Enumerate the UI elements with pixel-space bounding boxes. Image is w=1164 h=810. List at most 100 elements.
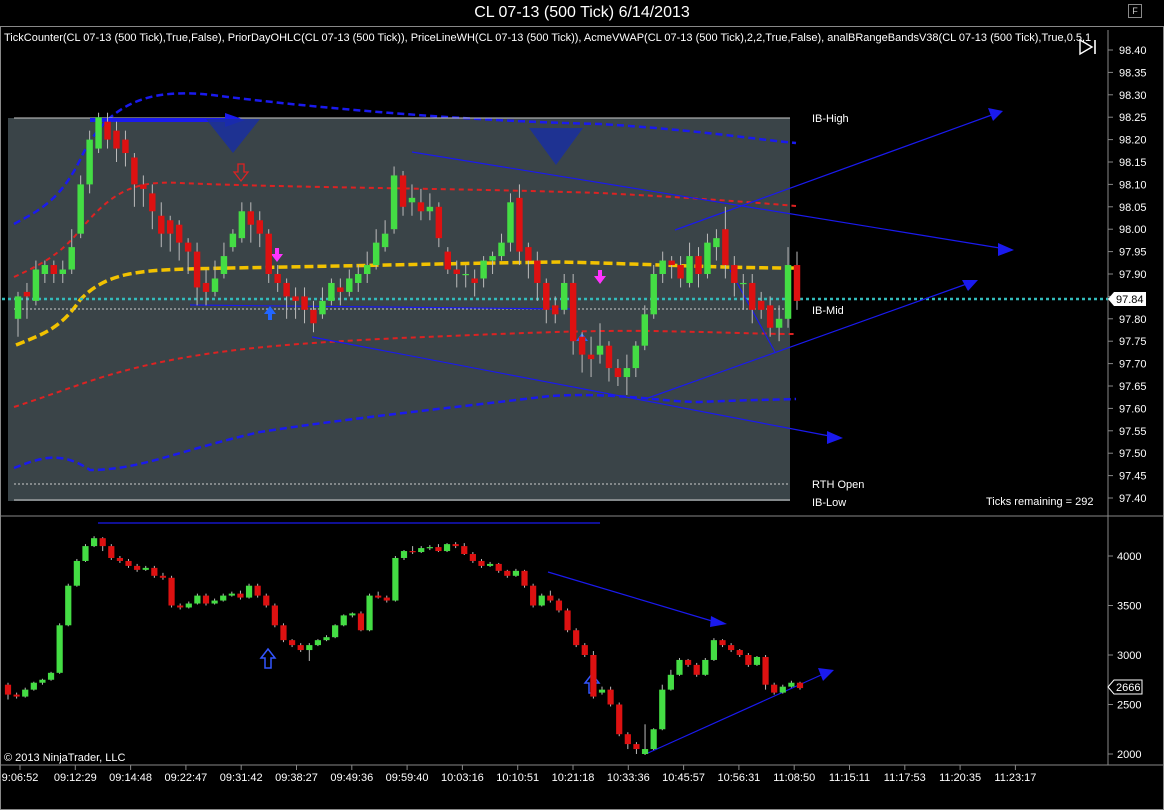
upper-candle-body: [265, 233, 272, 274]
lower-candle: [728, 643, 735, 653]
lower-candle: [211, 598, 218, 605]
lower-candle-body: [271, 605, 278, 626]
upper-candle-body: [292, 296, 299, 301]
ticks-remaining-label: Ticks remaining = 292: [986, 496, 1094, 508]
lower-candle: [142, 565, 149, 571]
upper-candle-body: [86, 139, 93, 185]
lower-candle: [753, 655, 761, 666]
lower-candle-body: [297, 645, 304, 651]
lower-candle: [530, 583, 537, 608]
lower-candle: [4, 682, 12, 700]
lower-candle: [22, 687, 29, 698]
upper-candle-body: [310, 309, 317, 324]
lower-candle-body: [4, 684, 12, 695]
upper-candle: [95, 112, 102, 154]
lower-candle-body: [469, 554, 476, 561]
lower-candle-body: [728, 645, 735, 651]
upper-candle-body: [435, 206, 443, 239]
lower-candle: [573, 628, 580, 648]
lower-candle: [263, 593, 270, 608]
lower-candle-body: [418, 548, 425, 553]
lower-candle: [177, 603, 184, 610]
lower-candle-body: [753, 656, 761, 665]
upper-candle-body: [363, 265, 371, 274]
upper-candle-body: [211, 278, 219, 292]
upper-candle-body: [14, 296, 22, 319]
lower-candle: [185, 601, 192, 609]
lower-candle-body: [375, 595, 382, 598]
lower-tick-label: 2000: [1117, 749, 1141, 761]
lower-candle-body: [796, 682, 804, 689]
lower-candle: [598, 686, 606, 695]
chart-canvas[interactable]: 98.40 98.35 98.30 98.25 98.20 98.15 98.10 98.05…: [0, 0, 1164, 810]
lower-candle-body: [30, 682, 37, 690]
upper-candle-body: [104, 121, 111, 140]
lower-candle-body: [323, 637, 330, 641]
lower-candle-body: [254, 585, 261, 596]
lower-candle: [280, 623, 287, 643]
lower-candle: [159, 572, 167, 580]
upper-candle-body: [596, 345, 604, 355]
upper-tick-label: 97.60: [1119, 403, 1147, 415]
upper-candle-body: [166, 220, 174, 234]
time-tick-label: 9:06:52: [2, 772, 39, 784]
upper-candle-body: [668, 260, 675, 266]
lower-candles: [4, 536, 804, 755]
upper-candle: [86, 130, 93, 194]
upper-candle-body: [507, 202, 514, 243]
upper-candle-body: [95, 117, 102, 149]
lower-candle-body: [486, 563, 494, 566]
upper-tick-label: 98.35: [1119, 67, 1147, 79]
time-tick-label: 11:17:53: [884, 772, 926, 784]
upper-candle: [793, 251, 801, 310]
lower-candle-body: [288, 640, 296, 646]
upper-candle-body: [525, 247, 532, 261]
lower-candle: [796, 681, 804, 690]
upper-candle-body: [731, 265, 738, 283]
lower-candle: [461, 543, 468, 556]
lower-candle: [469, 552, 476, 563]
lower-candle-body: [461, 546, 468, 555]
lower-candle: [82, 544, 89, 562]
rth-open-label: RTH Open: [812, 479, 864, 491]
lower-candle-body: [736, 650, 743, 655]
lower-candle: [564, 608, 571, 633]
lower-candle-body: [383, 597, 390, 601]
upper-candle-body: [220, 256, 228, 274]
upper-candle-body: [462, 274, 469, 276]
lower-candle-body: [667, 674, 674, 690]
lower-candle: [788, 680, 795, 688]
lower-candle-body: [598, 689, 606, 693]
lower-candle: [357, 611, 365, 632]
lower-candle: [30, 681, 37, 691]
upper-candle-body: [623, 368, 631, 378]
lower-candle-body: [400, 551, 408, 558]
lower-candle-body: [788, 682, 795, 687]
upper-tick-label: 98.40: [1119, 45, 1147, 57]
upper-candle-body: [184, 242, 192, 252]
upper-candle-body: [587, 354, 595, 360]
lower-buy-arrow-1: [259, 647, 277, 669]
upper-candle-body: [659, 260, 666, 274]
lower-candle: [607, 686, 614, 707]
lower-candle-body: [581, 645, 588, 655]
lower-candle: [228, 591, 235, 597]
lower-candle: [650, 728, 657, 751]
upper-candle-body: [722, 229, 729, 266]
lower-candle-body: [194, 595, 201, 604]
lower-candle: [667, 669, 674, 691]
lower-candle: [676, 657, 683, 676]
upper-candle-body: [59, 269, 66, 274]
lower-candle: [134, 563, 141, 572]
lower-candle: [616, 702, 623, 737]
play-icon[interactable]: [1078, 38, 1098, 56]
lower-candle: [366, 593, 373, 632]
lower-candle-body: [530, 585, 537, 606]
lower-candle: [116, 556, 124, 563]
lower-candle: [702, 657, 709, 676]
lower-candle: [693, 662, 700, 677]
lower-candle: [297, 643, 304, 653]
lower-candle-body: [340, 615, 347, 626]
lower-candle-body: [633, 744, 640, 750]
lower-candle-body: [202, 595, 210, 604]
